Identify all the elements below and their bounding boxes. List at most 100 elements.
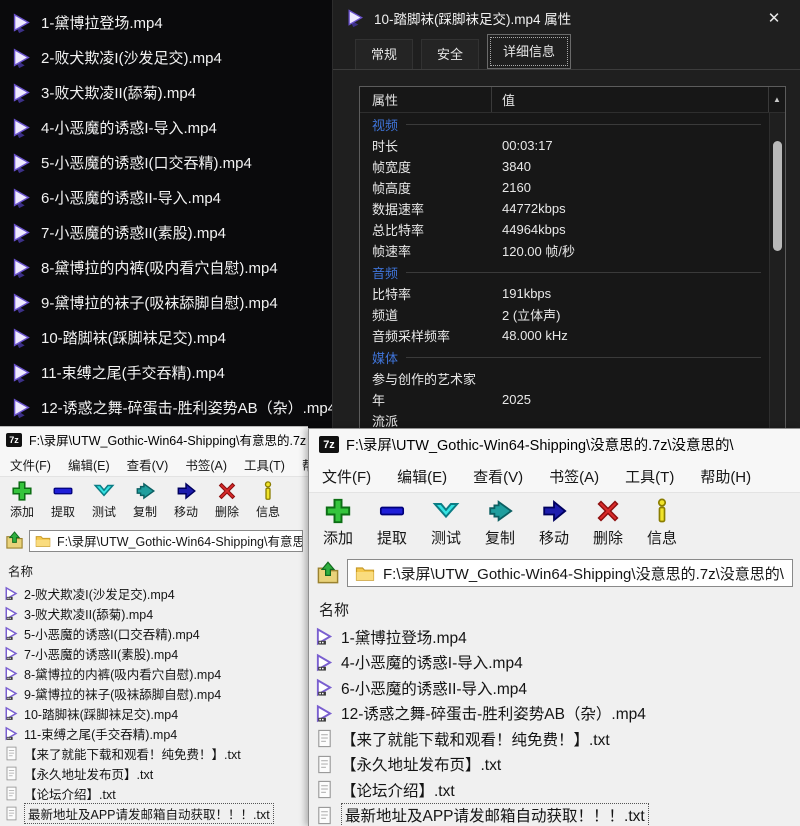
list-item[interactable]: 8-黛博拉的内裤(吸内看穴自慰).mp4 [0,250,332,285]
address-bar: F:\录屏\UTW_Gothic-Win64-Shipping\有意思的.7z\ [0,527,308,554]
move-icon [175,480,197,502]
delete-button[interactable]: 删除 [209,480,245,520]
file-row[interactable]: 【永久地址发布页】.txt [309,752,800,778]
menu-tools[interactable]: 工具(T) [244,455,285,474]
file-row[interactable]: 【永久地址发布页】.txt [0,763,308,783]
extract-button[interactable]: 提取 [45,480,81,520]
tab-details[interactable]: 详细信息 [487,34,571,69]
scrollbar[interactable] [769,113,785,434]
menu-tools[interactable]: 工具(T) [625,466,674,487]
menu-file[interactable]: 文件(F) [10,455,51,474]
file-row[interactable]: 【论坛介绍】.txt [309,777,800,803]
file-row[interactable]: 11-束缚之尾(手交吞精).mp4 [0,723,308,743]
file-row[interactable]: 3-败犬欺凌II(舔菊).mp4 [0,603,308,623]
column-value[interactable]: 值 [492,87,769,112]
detail-row[interactable]: 帧高度2160 [360,177,769,198]
extract-button[interactable]: 提取 [369,497,415,548]
address-field[interactable]: F:\录屏\UTW_Gothic-Win64-Shipping\有意思的.7z\ [29,530,303,552]
file-row[interactable]: 【来了就能下载和观看！纯免费！】.txt [0,743,308,763]
info-button[interactable]: 信息 [250,480,286,520]
menu-edit[interactable]: 编辑(E) [68,455,110,474]
detail-row[interactable]: 帧宽度3840 [360,156,769,177]
detail-row[interactable]: 音频采样频率48.000 kHz [360,325,769,346]
scrollbar-thumb[interactable] [773,141,782,251]
menu-help[interactable]: 帮助(H) [700,466,751,487]
window-title: F:\录屏\UTW_Gothic-Win64-Shipping\有意思的.7z [29,430,306,449]
add-button[interactable]: 添加 [4,480,40,520]
tab-security[interactable]: 安全 [421,39,479,69]
file-row[interactable]: 【论坛介绍】.txt [0,783,308,803]
file-row[interactable]: 6-小恶魔的诱惑II-导入.mp4 [309,675,800,701]
list-item[interactable]: 5-小恶魔的诱惑I(口交吞精).mp4 [0,145,332,180]
list-item[interactable]: 11-束缚之尾(手交吞精).mp4 [0,355,332,390]
detail-row[interactable]: 时长00:03:17 [360,135,769,156]
add-button[interactable]: 添加 [315,497,361,548]
detail-row[interactable]: 频道2 (立体声) [360,304,769,325]
list-item[interactable]: 2-败犬欺凌I(沙发足交).mp4 [0,40,332,75]
move-button[interactable]: 移动 [531,497,577,548]
list-item[interactable]: 6-小恶魔的诱惑II-导入.mp4 [0,180,332,215]
list-item[interactable]: 7-小恶魔的诱惑II(素股).mp4 [0,215,332,250]
list-item[interactable]: 10-踏脚袜(踩脚袜足交).mp4 [0,320,332,355]
video-file-name: 12-诱惑之舞-碎蛋击-胜利姿势AB（杂）.mp4 [41,397,332,418]
test-button[interactable]: 测试 [86,480,122,520]
list-item[interactable]: 4-小恶魔的诱惑I-导入.mp4 [0,110,332,145]
list-item[interactable]: 9-黛博拉的袜子(吸袜舔脚自慰).mp4 [0,285,332,320]
detail-row[interactable]: 年2025 [360,389,769,410]
video-file-icon [4,606,19,621]
file-row[interactable]: 【来了就能下载和观看！纯免费！】.txt [309,726,800,752]
file-row[interactable]: 10-踏脚袜(踩脚袜足交).mp4 [0,703,308,723]
list-item[interactable]: 3-败犬欺凌II(舔菊).mp4 [0,75,332,110]
tab-general[interactable]: 常规 [355,39,413,69]
up-one-level-button[interactable] [316,561,340,585]
close-icon[interactable]: ✕ [762,9,786,27]
detail-row[interactable]: 参与创作的艺术家 [360,368,769,389]
column-header-name[interactable]: 名称 [309,590,800,624]
menu-view[interactable]: 查看(V) [473,466,523,487]
detail-row[interactable]: 比特率191kbps [360,283,769,304]
copy-button[interactable]: 复制 [477,497,523,548]
detail-row[interactable]: 帧速率120.00 帧/秒 [360,240,769,261]
move-button[interactable]: 移动 [168,480,204,520]
menu-view[interactable]: 查看(V) [127,455,169,474]
file-row[interactable]: 2-败犬欺凌I(沙发足交).mp4 [0,583,308,603]
copy-button[interactable]: 复制 [127,480,163,520]
extract-icon [52,480,74,502]
file-row[interactable]: 1-黛博拉登场.mp4 [309,624,800,650]
video-file-name: 8-黛博拉的内裤(吸内看穴自慰).mp4 [41,257,278,278]
test-button[interactable]: 测试 [423,497,469,548]
column-header-name[interactable]: 名称 [0,554,308,583]
video-file-name: 3-败犬欺凌II(舔菊).mp4 [41,82,196,103]
menu-bookmarks[interactable]: 书签(A) [549,466,599,487]
video-file-name: 10-踏脚袜(踩脚袜足交).mp4 [41,327,226,348]
address-field[interactable]: F:\录屏\UTW_Gothic-Win64-Shipping\没意思的.7z\… [347,559,793,587]
play-icon [10,397,32,419]
text-file-icon [4,806,19,821]
menu-bookmarks[interactable]: 书签(A) [185,455,227,474]
up-one-level-button[interactable] [5,531,24,550]
column-property[interactable]: 属性 [360,87,492,112]
list-item[interactable]: 12-诱惑之舞-碎蛋击-胜利姿势AB（杂）.mp4 [0,390,332,425]
file-row-focused[interactable]: 最新地址及APP请发邮箱自动获取！！！.txt [309,803,800,826]
file-row[interactable]: 12-诱惑之舞-碎蛋击-胜利姿势AB（杂）.mp4 [309,701,800,727]
video-file-icon [4,686,19,701]
folder-icon [355,565,375,582]
info-button[interactable]: 信息 [639,497,685,548]
detail-row[interactable]: 总比特率44964kbps [360,219,769,240]
detail-row[interactable]: 数据速率44772kbps [360,198,769,219]
delete-icon [216,480,238,502]
scroll-up-icon[interactable]: ▲ [769,95,785,104]
list-item[interactable]: 1-黛博拉登场.mp4 [0,5,332,40]
delete-button[interactable]: 删除 [585,497,631,548]
address-bar: F:\录屏\UTW_Gothic-Win64-Shipping\没意思的.7z\… [309,556,800,590]
file-row[interactable]: 5-小恶魔的诱惑I(口交吞精).mp4 [0,623,308,643]
menu-edit[interactable]: 编辑(E) [397,466,447,487]
file-row[interactable]: 8-黛博拉的内裤(吸内看穴自慰).mp4 [0,663,308,683]
video-file-name: 11-束缚之尾(手交吞精).mp4 [41,362,225,383]
file-row-focused[interactable]: 最新地址及APP请发邮箱自动获取！！！.txt [0,803,308,823]
video-file-icon [4,706,19,721]
file-row[interactable]: 4-小恶魔的诱惑I-导入.mp4 [309,650,800,676]
file-row[interactable]: 7-小恶魔的诱惑II(素股).mp4 [0,643,308,663]
menu-file[interactable]: 文件(F) [322,466,371,487]
file-row[interactable]: 9-黛博拉的袜子(吸袜舔脚自慰).mp4 [0,683,308,703]
